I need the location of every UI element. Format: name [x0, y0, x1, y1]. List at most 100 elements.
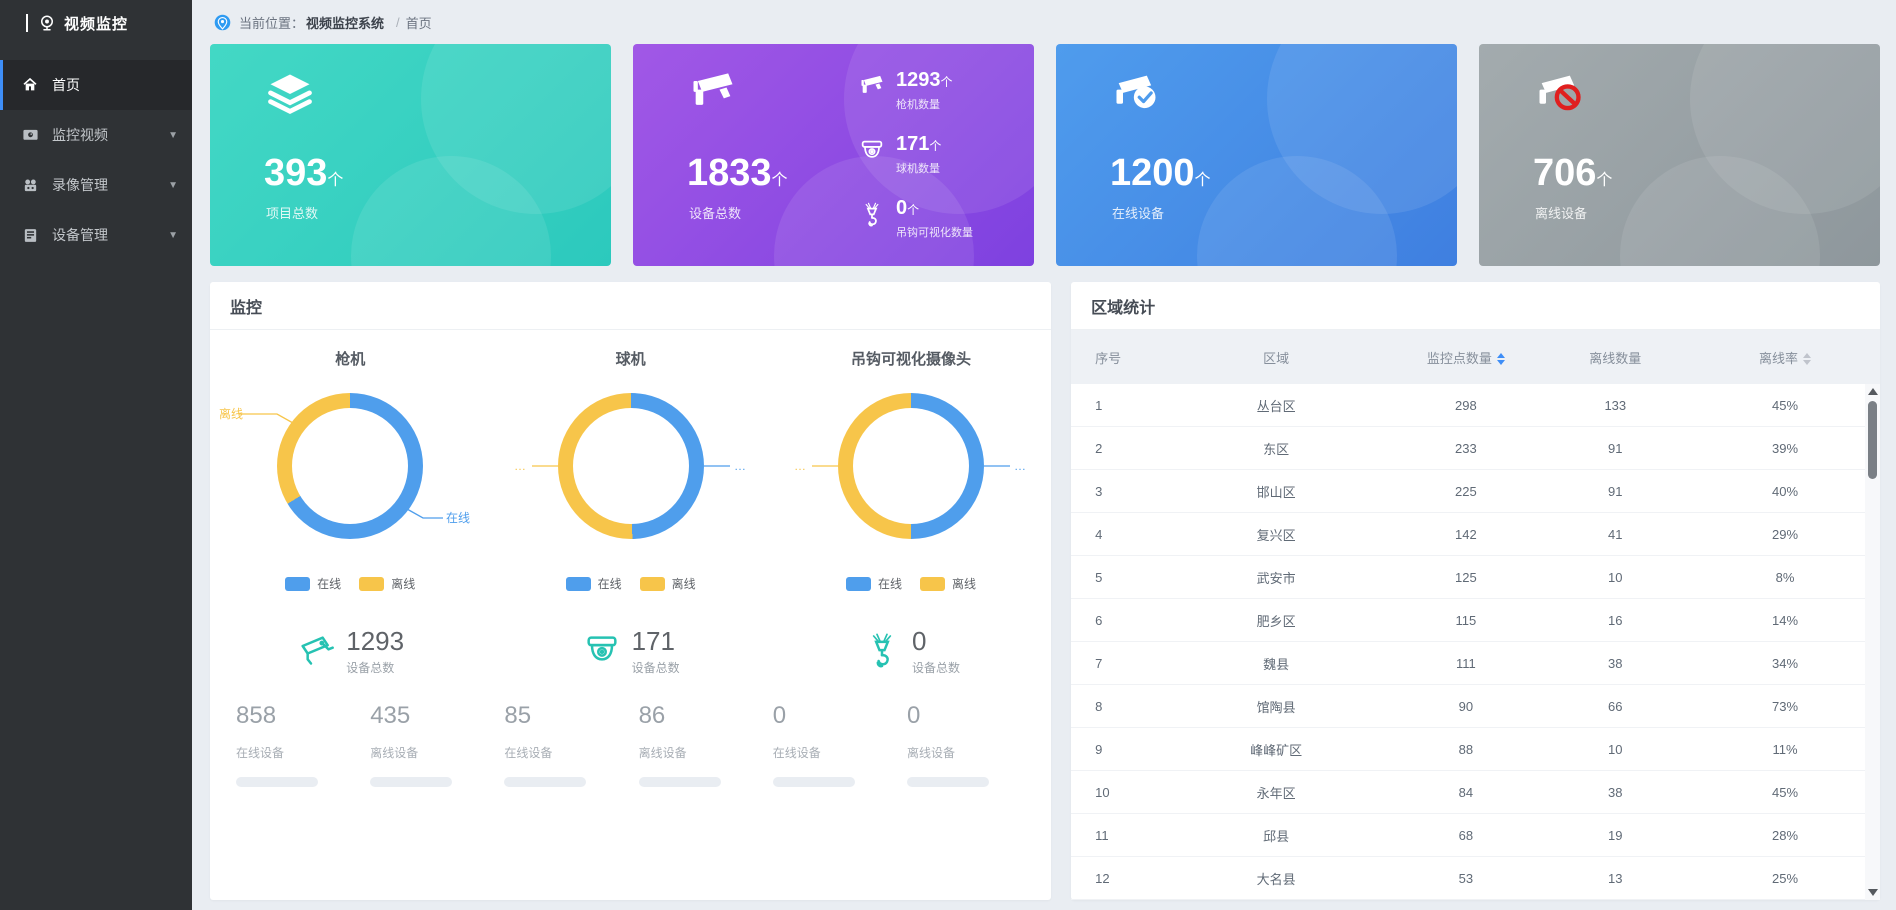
svg-text:…: …	[1014, 459, 1026, 473]
stat-card-在线设备[interactable]: 1200个 在线设备	[1056, 44, 1457, 266]
stat-枪机-online: 858 在线设备	[236, 702, 370, 787]
table-row-复兴区[interactable]: 4复兴区1424129%	[1071, 513, 1880, 556]
sort-carets-icon[interactable]	[1803, 353, 1811, 365]
sidebar-item-label: 首页	[52, 75, 178, 95]
table-row-武安市[interactable]: 5武安市125108%	[1071, 556, 1880, 599]
device-total: 171 设备总数	[582, 626, 680, 676]
cell-no: 12	[1071, 871, 1161, 886]
stat-球机-offline: 86 离线设备	[639, 702, 773, 787]
table-row-丛台区[interactable]: 1丛台区29813345%	[1071, 384, 1880, 427]
table-row-东区[interactable]: 2东区2339139%	[1071, 427, 1880, 470]
donut-wrap: … …	[498, 383, 764, 549]
total-label: 设备总数	[346, 659, 404, 676]
table-row-馆陶县[interactable]: 8馆陶县906673%	[1071, 685, 1880, 728]
stat-label: 在线设备	[504, 744, 638, 761]
stat-label: 离线设备	[907, 744, 1041, 761]
cell-rate: 25%	[1690, 871, 1880, 886]
table-row-邱县[interactable]: 11邱县681928%	[1071, 814, 1880, 857]
cell-offline: 10	[1541, 742, 1690, 757]
legend-item-offline[interactable]: 离线	[640, 575, 696, 592]
stat-吊钩可视化摄像头-offline: 0 离线设备	[907, 702, 1041, 787]
dome-camera-icon	[582, 631, 622, 671]
column-header-监控点数量[interactable]: 监控点数量	[1391, 348, 1540, 367]
region-stats-panel: 区域统计 序号区域监控点数量离线数量离线率 1丛台区29813345%2东区23…	[1071, 282, 1880, 900]
scroll-down-arrow-icon[interactable]	[1868, 889, 1878, 896]
sidebar-item-首页[interactable]: 首页	[0, 60, 192, 110]
legend-item-offline[interactable]: 离线	[920, 575, 976, 592]
cell-offline: 91	[1541, 484, 1690, 499]
scrollbar-thumb[interactable]	[1868, 401, 1877, 479]
table-row-永年区[interactable]: 10永年区843845%	[1071, 771, 1880, 814]
cell-points: 68	[1391, 828, 1540, 843]
breadcrumb-current: 首页	[406, 13, 432, 32]
cell-offline: 41	[1541, 527, 1690, 542]
legend-item-online[interactable]: 在线	[846, 575, 902, 592]
device-total: 1293 设备总数	[296, 626, 404, 676]
cell-region: 峰峰矿区	[1161, 740, 1391, 759]
cell-rate: 11%	[1690, 742, 1880, 757]
sidebar-item-录像管理[interactable]: 录像管理▼	[0, 160, 192, 210]
svg-text:…: …	[514, 459, 526, 473]
column-header-离线率[interactable]: 离线率	[1690, 348, 1880, 367]
region-table-header: 序号区域监控点数量离线数量离线率	[1071, 330, 1880, 384]
cell-no: 3	[1071, 484, 1161, 499]
svg-text:在线: 在线	[446, 511, 470, 525]
table-row-大名县[interactable]: 12大名县531325%	[1071, 857, 1880, 900]
substat-label: 枪机数量	[896, 96, 953, 112]
stat-吊钩可视化摄像头-online: 0 在线设备	[773, 702, 907, 787]
legend-online-label: 在线	[317, 575, 341, 592]
stat-progressbar	[236, 777, 318, 787]
table-row-肥乡区[interactable]: 6肥乡区1151614%	[1071, 599, 1880, 642]
cell-no: 6	[1071, 613, 1161, 628]
sidebar-item-监控视频[interactable]: 监控视频▼	[0, 110, 192, 160]
stat-label: 在线设备	[773, 744, 907, 761]
cell-no: 4	[1071, 527, 1161, 542]
column-label: 离线率	[1759, 351, 1798, 366]
cell-no: 11	[1071, 828, 1161, 843]
layers-icon	[236, 68, 585, 142]
monitor-panel-body: 枪机 离线 在线 在线 离线 1293 设备总数 球机	[210, 330, 1051, 900]
card-value: 1833个	[659, 152, 858, 195]
cell-offline: 16	[1541, 613, 1690, 628]
scroll-up-arrow-icon[interactable]	[1868, 388, 1878, 395]
card-label: 离线设备	[1505, 203, 1854, 222]
sidebar-item-设备管理[interactable]: 设备管理▼	[0, 210, 192, 260]
table-row-邯山区[interactable]: 3邯山区2259140%	[1071, 470, 1880, 513]
chart-legend: 在线 离线	[846, 575, 976, 592]
stat-card-离线设备[interactable]: 706个 离线设备	[1479, 44, 1880, 266]
table-row-魏县[interactable]: 7魏县1113834%	[1071, 642, 1880, 685]
column-label: 监控点数量	[1427, 351, 1492, 366]
legend-offline-label: 离线	[672, 575, 696, 592]
online-swatch	[846, 577, 871, 591]
stat-number: 858	[236, 702, 370, 730]
card-substats: 1293个 枪机数量 171个 球机数量 0个 吊钩可视化数量	[858, 68, 1008, 242]
device-total: 0 设备总数	[862, 626, 960, 676]
legend-item-online[interactable]: 在线	[566, 575, 622, 592]
scrollbar-track[interactable]	[1865, 399, 1880, 885]
legend-item-offline[interactable]: 离线	[359, 575, 415, 592]
cell-points: 225	[1391, 484, 1540, 499]
card-value: 706个	[1505, 152, 1854, 195]
table-row-峰峰矿区[interactable]: 9峰峰矿区881011%	[1071, 728, 1880, 771]
cell-points: 88	[1391, 742, 1540, 757]
legend-item-online[interactable]: 在线	[285, 575, 341, 592]
chevron-down-icon: ▼	[168, 230, 178, 241]
webcam-icon	[38, 14, 56, 32]
panels-row: 监控 枪机 离线 在线 在线 离线 12	[192, 266, 1896, 910]
card-value: 1200个	[1082, 152, 1431, 195]
stat-progressbar	[907, 777, 989, 787]
cell-no: 2	[1071, 441, 1161, 456]
cell-points: 53	[1391, 871, 1540, 886]
breadcrumb-root-link[interactable]: 视频监控系统	[306, 13, 384, 32]
offline-swatch	[359, 577, 384, 591]
chart-title: 枪机	[335, 348, 365, 369]
donut-wrap: 离线 在线	[217, 383, 483, 549]
cell-offline: 91	[1541, 441, 1690, 456]
stat-card-项目总数[interactable]: 393个 项目总数	[210, 44, 611, 266]
online-swatch	[285, 577, 310, 591]
stat-cards-row: 393个 项目总数 1833个 设备总数 1293个 枪机数量 171个 球机数…	[192, 44, 1896, 266]
cell-no: 10	[1071, 785, 1161, 800]
sort-carets-icon[interactable]	[1497, 353, 1505, 365]
stat-card-设备总数[interactable]: 1833个 设备总数 1293个 枪机数量 171个 球机数量 0个 吊钩可视化…	[633, 44, 1034, 266]
column-label: 序号	[1095, 351, 1121, 366]
